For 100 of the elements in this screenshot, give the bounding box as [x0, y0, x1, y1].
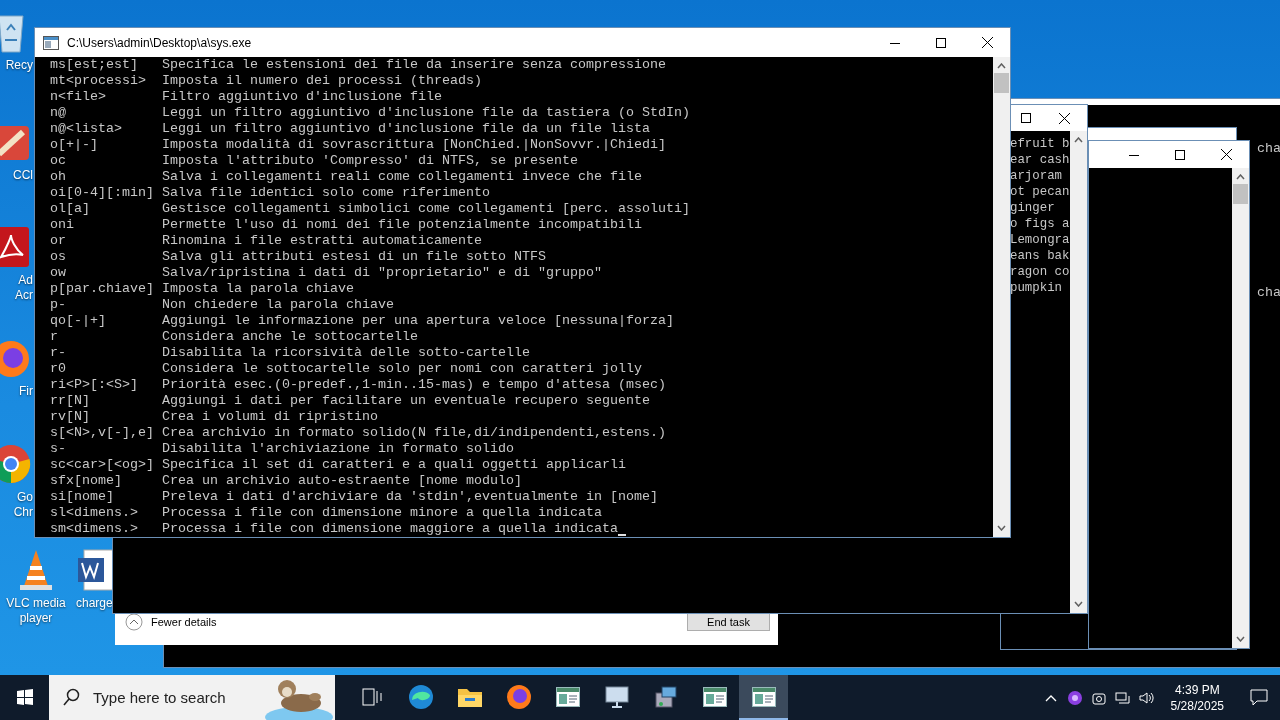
option-text: n@	[50, 105, 67, 121]
chrome-icon	[0, 442, 33, 486]
maximize-icon	[1021, 113, 1031, 123]
option-text: s-	[50, 441, 67, 457]
network-icon	[1114, 689, 1131, 706]
circle-icon	[1066, 689, 1083, 706]
console-text: o figs a	[1010, 216, 1070, 232]
option-text: sm<dimens.>	[50, 521, 139, 537]
option-text: p-	[50, 297, 67, 313]
scroll-down-icon	[997, 525, 1006, 531]
description-text: Salva file identici solo come riferimento	[162, 185, 490, 201]
taskbar-app-button[interactable]	[739, 675, 788, 720]
option-text: p[par.chiave]	[50, 281, 155, 297]
description-text: Imposta l'attributo 'Compresso' di NTFS, se presente	[162, 153, 578, 169]
window-title: C:\Users\admin\Desktop\a\sys.exe	[67, 35, 253, 50]
option-text: si[nome]	[50, 489, 115, 505]
maximize-icon	[1175, 149, 1185, 160]
description-text: Considera anche le sottocartelle	[162, 329, 418, 345]
console-text: ear cash	[1010, 152, 1070, 168]
description-text: Aggiungi le informazione per una apertura veloce [nessuna|forza]	[162, 313, 674, 329]
option-text: or	[50, 233, 67, 249]
description-text: Disabilita l'archiviazione in formato solido	[162, 441, 514, 457]
description-text: Imposta il numero dei processi (threads)	[162, 73, 482, 89]
console-text: eans bak	[1010, 248, 1070, 264]
fewer-details-toggle[interactable]: Fewer details	[123, 613, 217, 631]
message-icon	[1250, 687, 1268, 706]
option-text: oc	[50, 153, 67, 169]
monitor-icon	[603, 684, 630, 709]
console-text: pumpkin	[1010, 280, 1064, 296]
option-text: rr[N]	[50, 393, 91, 409]
description-text: Specifica le estensioni dei file da inserire senza compressione	[162, 57, 666, 73]
description-text: Filtro aggiuntivo d'inclusione file	[162, 89, 442, 105]
description-text: Priorità esec.(0-predef.,1-min..15-mas) e tempo d'attesa (msec)	[162, 377, 666, 393]
description-text: Aggiungi i dati per facilitare un eventuale recupero seguente	[162, 393, 650, 409]
icon-label: charge	[76, 596, 112, 611]
console-text: ot pecan	[1010, 184, 1070, 200]
scroll-down-icon	[1074, 601, 1083, 607]
description-text: Leggi un filtro aggiuntivo d'inclusione file da tastiera (o StdIn)	[162, 105, 690, 121]
chevron-up-icon	[1044, 693, 1057, 702]
description-text: Preleva i dati d'archiviare da 'stdin',eventualmente in [nome]	[162, 489, 658, 505]
description-text: Processa i file con dimensione maggiore a quella indicata	[162, 521, 618, 537]
icon-label: Fir	[18, 384, 33, 399]
console-icon	[43, 35, 59, 50]
description-text: Salva/ripristina i dati di "proprietario" e di "gruppo"	[162, 265, 602, 281]
option-text: os	[50, 249, 67, 265]
chevron-up-icon	[125, 613, 143, 631]
description-text: Processa i file con dimensione minore a quella indicata	[162, 505, 602, 521]
icon-label: Recy	[5, 58, 33, 73]
description-text: Leggi un filtro aggiuntivo d'inclusione file da un file lista	[162, 121, 650, 137]
option-text: mt<processi>	[50, 73, 147, 89]
edge-icon	[407, 683, 434, 710]
icon-label: CCl	[12, 168, 33, 183]
cursor	[617, 534, 626, 536]
description-text: Imposta la parola chiave	[162, 281, 354, 297]
window-icon	[555, 686, 580, 707]
window-icon	[702, 686, 727, 707]
option-text: r0	[50, 361, 67, 377]
speaker-icon	[1137, 689, 1156, 706]
option-text: sfx[nome]	[50, 473, 123, 489]
console-text: ginger	[1010, 200, 1056, 216]
description-text: Crea i volumi di ripristino	[162, 409, 378, 425]
description-text: Crea archivio in formato solido(N file,di/indipendenti,estens.)	[162, 425, 666, 441]
search-icon	[49, 675, 93, 720]
console-text: efruit b	[1010, 136, 1070, 152]
windows-logo-icon	[16, 688, 33, 705]
console-text: Lemongra	[1010, 232, 1070, 248]
option-text: ol[a]	[50, 201, 91, 217]
description-text: Gestisce collegamenti simbolici come collegamenti [perc. assoluti]	[162, 201, 690, 217]
description-text: Disabilita la ricorsività delle sotto-cartelle	[162, 345, 530, 361]
window-icon	[751, 686, 776, 707]
close-icon	[1220, 149, 1232, 160]
description-text: Imposta modalità di sovrascrittura [NonChied.|NonSovvr.|Chiedi]	[162, 137, 666, 153]
search-field[interactable]: Type here to search	[93, 675, 263, 720]
option-text: ow	[50, 265, 67, 281]
option-text: qo[-|+]	[50, 313, 107, 329]
maximize-icon	[936, 37, 946, 48]
clock-time: 4:39 PM	[1174, 681, 1220, 698]
option-text: sc<car>[<og>]	[50, 457, 155, 473]
close-icon	[981, 37, 993, 48]
option-text: r-	[50, 345, 67, 361]
description-text: Considera le sottocartelle solo per nomi con caratteri jolly	[162, 361, 642, 377]
description-text: Salva i collegamenti reali come collegamenti invece che file	[162, 169, 642, 185]
option-text: sl<dimens.>	[50, 505, 139, 521]
description-text: Salva gli attributi estesi di un file sotto NTFS	[162, 249, 546, 265]
scroll-up-icon	[1074, 137, 1083, 143]
description-text: Rinomina i file estratti automaticamente	[162, 233, 482, 249]
option-text: oi[0-4][:min]	[50, 185, 155, 201]
option-text: r	[50, 329, 59, 345]
console-text: arjoram	[1010, 168, 1064, 184]
icon-label: VLC media player	[5, 596, 67, 626]
option-text: oni	[50, 217, 75, 233]
scrollbar-thumb[interactable]	[994, 73, 1009, 93]
installer-icon	[653, 684, 678, 709]
icon-label: Go Chr	[12, 490, 33, 520]
console-text: cha	[1257, 285, 1280, 301]
option-text: n<file>	[50, 89, 107, 105]
task-view-icon	[361, 687, 382, 706]
scrollbar-thumb[interactable]	[1233, 184, 1248, 204]
option-text: ms[est;est]	[50, 57, 139, 73]
option-text: o[+|-]	[50, 137, 99, 153]
